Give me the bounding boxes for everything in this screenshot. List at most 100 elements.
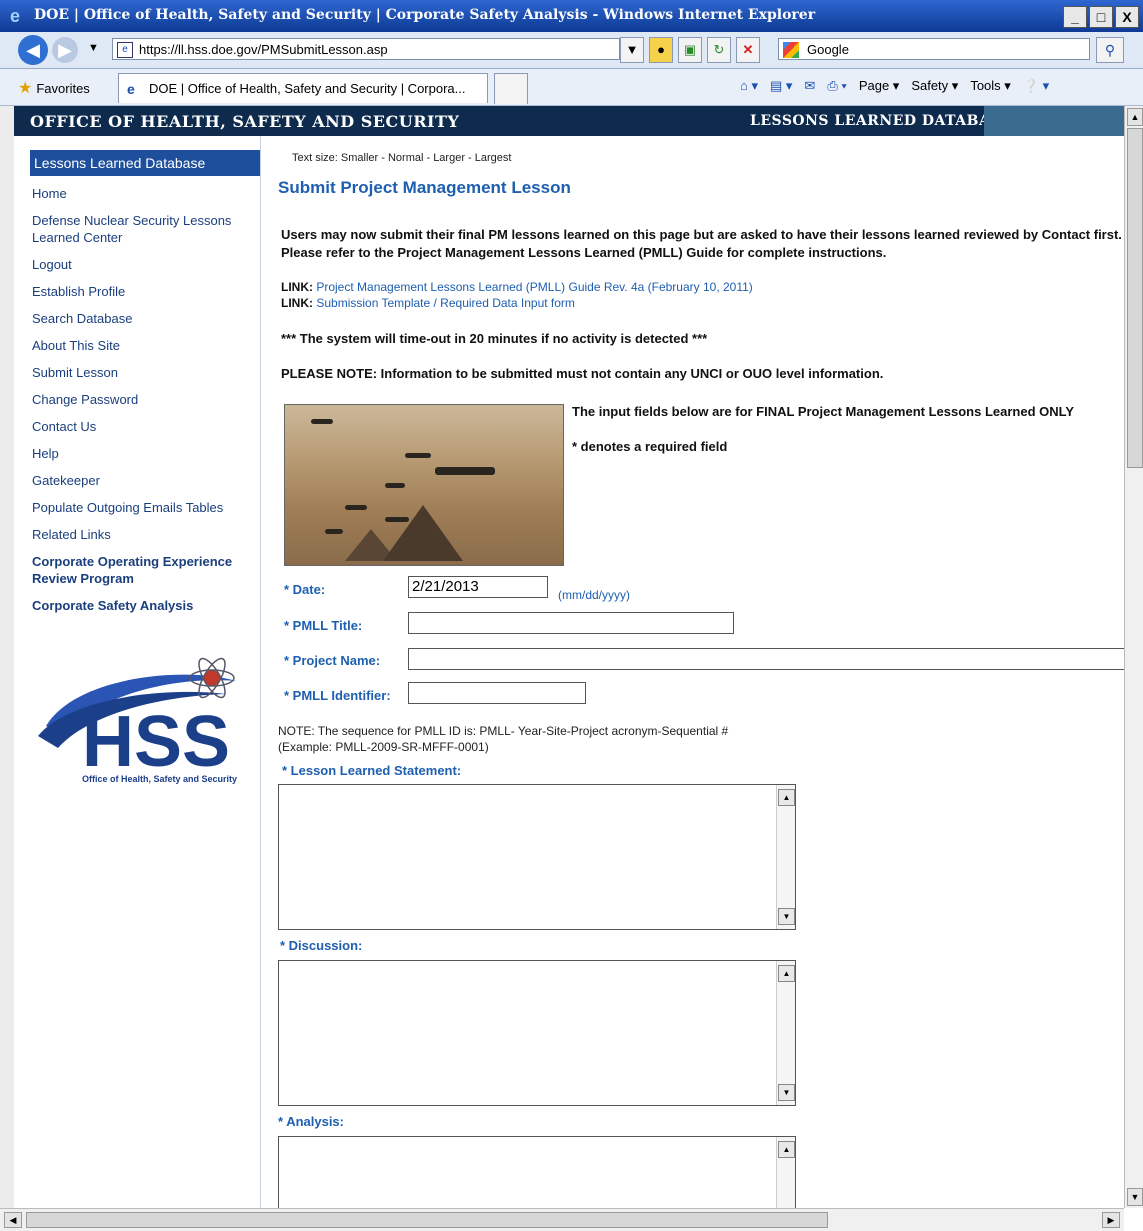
date-label: * Date: — [284, 582, 326, 597]
sidebar-item-establish-profile[interactable]: Establish Profile — [32, 278, 256, 305]
maximize-button[interactable]: □ — [1089, 6, 1113, 28]
stop-icon[interactable]: ✕ — [736, 37, 760, 63]
jet-shape — [345, 505, 367, 510]
scroll-up-icon[interactable]: ▲ — [778, 789, 795, 806]
discussion-label: * Discussion: — [280, 938, 363, 953]
scroll-up-arrow-icon[interactable]: ▲ — [1127, 108, 1143, 126]
pmll-title-label: * PMLL Title: — [284, 618, 363, 633]
sidebar-item-gatekeeper[interactable]: Gatekeeper — [32, 467, 256, 494]
mail-icon[interactable]: ✉ — [804, 78, 815, 94]
lesson-statement-textarea[interactable]: ▲ ▼ — [278, 784, 796, 930]
url-field[interactable]: e https://ll.hss.doe.gov/PMSubmitLesson.… — [112, 38, 620, 60]
vertical-scroll-thumb[interactable] — [1127, 128, 1143, 468]
lesson-statement-label: * Lesson Learned Statement: — [282, 763, 462, 778]
browser-tab[interactable]: e DOE | Office of Health, Safety and Sec… — [118, 73, 488, 103]
scroll-up-icon[interactable]: ▲ — [778, 1141, 795, 1158]
pmll-identifier-input[interactable] — [408, 682, 586, 704]
sidebar-item-populate-emails[interactable]: Populate Outgoing Emails Tables — [32, 494, 256, 521]
help-icon[interactable]: ❔ ▾ — [1023, 78, 1049, 94]
scroll-down-icon[interactable]: ▼ — [778, 1084, 795, 1101]
search-icon[interactable]: ⚲ — [1096, 37, 1124, 63]
link-label-1: LINK: — [281, 280, 313, 294]
lock-icon[interactable]: ● — [649, 37, 673, 63]
safety-menu[interactable]: Safety ▾ — [911, 78, 958, 94]
hss-logo-letters: HSS — [82, 702, 230, 772]
project-name-input[interactable] — [408, 648, 1124, 670]
discussion-textarea[interactable]: ▲ ▼ — [278, 960, 796, 1106]
favorites-label: Favorites — [36, 81, 90, 96]
home-icon[interactable]: ⌂ ▾ — [740, 78, 758, 94]
google-icon — [783, 42, 799, 58]
new-tab-button[interactable] — [494, 73, 528, 104]
tab-title: DOE | Office of Health, Safety and Secur… — [149, 81, 466, 96]
date-format-hint: (mm/dd/yyyy) — [558, 588, 630, 602]
sidebar-item-change-password[interactable]: Change Password — [32, 386, 256, 413]
pmll-id-sequence-note: NOTE: The sequence for PMLL ID is: PMLL-… — [278, 723, 728, 755]
main-content: Text size: Smaller - Normal - Larger - L… — [278, 136, 1124, 1208]
scroll-up-icon[interactable]: ▲ — [778, 965, 795, 982]
address-buttons: ▼ ● ▣ ↻ ✕ — [620, 37, 760, 63]
favorites-button[interactable]: ★ Favorites — [18, 78, 90, 98]
sidebar-item-related-links[interactable]: Related Links — [32, 521, 256, 548]
forward-button[interactable]: ▶ — [52, 37, 78, 63]
pyramid-shape — [383, 505, 463, 561]
sidebar-item-corporate-safety-analysis[interactable]: Corporate Safety Analysis — [32, 592, 256, 619]
sidebar-item-dnslc[interactable]: Defense Nuclear Security Lessons Learned… — [32, 207, 256, 251]
pmll-guide-link[interactable]: Project Management Lessons Learned (PMLL… — [316, 280, 752, 294]
sidebar-nav: Home Defense Nuclear Security Lessons Le… — [32, 180, 256, 619]
jet-shape — [405, 453, 431, 458]
intro-paragraph: Users may now submit their final PM less… — [281, 227, 1122, 260]
minimize-button[interactable]: _ — [1063, 6, 1087, 28]
sequence-note-line: NOTE: The sequence for PMLL ID is: PMLL-… — [278, 724, 729, 738]
page-menu[interactable]: Page ▾ — [859, 78, 900, 94]
banner-office-name: OFFICE OF HEALTH, SAFETY AND SECURITY — [30, 112, 460, 131]
sidebar-item-corporate-oerp[interactable]: Corporate Operating Experience Review Pr… — [32, 548, 256, 592]
browser-window: e DOE | Office of Health, Safety and Sec… — [0, 0, 1143, 1231]
recent-pages-dropdown-icon[interactable]: ▼ — [88, 42, 99, 54]
pmll-title-input[interactable] — [408, 612, 734, 634]
sequence-example-line: (Example: PMLL-2009-SR-MFFF-0001) — [278, 740, 489, 754]
back-button[interactable]: ◀ — [18, 35, 48, 65]
horizontal-scrollbar[interactable]: ◀ ▶ — [0, 1208, 1124, 1231]
sidebar-item-about[interactable]: About This Site — [32, 332, 256, 359]
final-lessons-note: The input fields below are for FINAL Pro… — [572, 404, 1075, 419]
sidebar-heading[interactable]: Lessons Learned Database — [30, 150, 260, 176]
feeds-icon[interactable]: ▤ ▾ — [770, 78, 792, 94]
submission-template-link[interactable]: Submission Template / Required Data Inpu… — [316, 296, 575, 310]
command-bar: ⌂ ▾ ▤ ▾ ✉ ⎙ ▾ Page ▾ Safety ▾ Tools ▾ ❔ … — [740, 78, 1049, 94]
window-controls: _ □ X — [1063, 6, 1139, 28]
textarea-scrollbar[interactable]: ▲ — [776, 1137, 795, 1208]
url-dropdown-icon[interactable]: ▼ — [620, 37, 644, 63]
page-viewport: OFFICE OF HEALTH, SAFETY AND SECURITY LE… — [14, 106, 1124, 1208]
scroll-left-arrow-icon[interactable]: ◀ — [4, 1212, 22, 1228]
sidebar-item-home[interactable]: Home — [32, 180, 256, 207]
refresh-icon[interactable]: ↻ — [707, 37, 731, 63]
horizontal-scroll-thumb[interactable] — [26, 1212, 828, 1228]
search-field[interactable]: Google — [778, 38, 1090, 60]
sidebar-item-help[interactable]: Help — [32, 440, 256, 467]
sidebar-item-submit-lesson[interactable]: Submit Lesson — [32, 359, 256, 386]
tools-menu[interactable]: Tools ▾ — [970, 78, 1011, 94]
fighter-jets-over-pyramids-image — [284, 404, 564, 566]
text-size-controls[interactable]: Text size: Smaller - Normal - Larger - L… — [292, 152, 511, 164]
search-engine-label: Google — [807, 42, 849, 57]
date-input[interactable]: 2/21/2013 — [408, 576, 548, 598]
close-button[interactable]: X — [1115, 6, 1139, 28]
page-icon: e — [117, 42, 133, 58]
textarea-scrollbar[interactable]: ▲ ▼ — [776, 785, 795, 929]
print-icon[interactable]: ⎙ ▾ — [827, 78, 846, 94]
title-bar: e DOE | Office of Health, Safety and Sec… — [0, 0, 1143, 32]
sidebar-item-logout[interactable]: Logout — [32, 251, 256, 278]
sidebar: Lessons Learned Database Home Defense Nu… — [14, 136, 261, 1208]
scroll-right-arrow-icon[interactable]: ▶ — [1102, 1212, 1120, 1228]
jet-shape — [385, 483, 405, 488]
sidebar-item-search-database[interactable]: Search Database — [32, 305, 256, 332]
textarea-scrollbar[interactable]: ▲ ▼ — [776, 961, 795, 1105]
vertical-scrollbar[interactable]: ▲ ▼ — [1124, 106, 1143, 1208]
sidebar-item-contact-us[interactable]: Contact Us — [32, 413, 256, 440]
scroll-down-arrow-icon[interactable]: ▼ — [1127, 1188, 1143, 1206]
compatibility-view-icon[interactable]: ▣ — [678, 37, 702, 63]
timeout-warning: *** The system will time-out in 20 minut… — [281, 331, 708, 346]
scroll-down-icon[interactable]: ▼ — [778, 908, 795, 925]
analysis-textarea[interactable]: ▲ — [278, 1136, 796, 1208]
